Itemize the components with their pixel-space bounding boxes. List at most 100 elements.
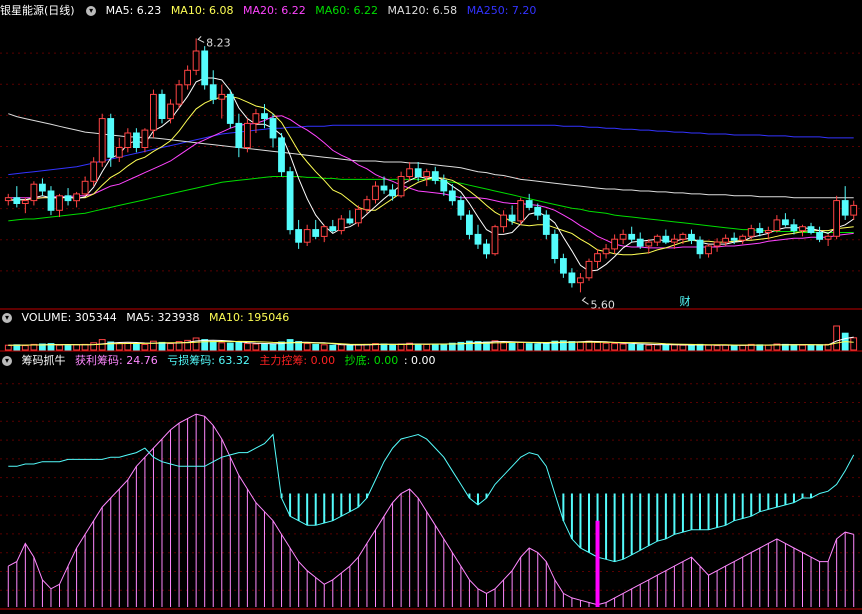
candle-down [201,50,209,86]
volume-bar-up [679,344,687,351]
candle-down [346,218,354,224]
volume-bar-up [705,344,712,351]
volume-bar-down [534,343,542,351]
candle-down [782,219,789,226]
candle-down [525,200,533,208]
candle-up [124,132,132,148]
candle-up [713,241,721,247]
volume-bar-up [167,343,174,351]
volume-bar-down [286,339,294,351]
candle-up [30,183,38,202]
volume-bar-down [730,345,738,351]
candle-up [722,237,730,243]
candle-down [226,93,234,124]
candle-up [218,93,226,100]
candle-up [406,168,414,178]
candle-down [466,214,473,235]
volume-bar-up [124,342,132,351]
low-price-arrow [581,296,589,305]
candle-up [739,235,747,241]
volume-bar-down [542,342,550,351]
candle-up [397,176,405,197]
candle-down [235,122,243,149]
candle-up [611,238,619,250]
volume-bar-up [611,343,619,351]
candle-up [192,50,200,71]
candle-down [688,233,695,241]
volume-bar-down [201,339,209,351]
volume-bar-down [133,343,140,351]
volume-bar-down [346,344,354,351]
candle-up [705,245,712,255]
finance-marker[interactable]: 财 [680,294,691,308]
candle-down [39,183,46,192]
volume-bar-down [380,343,388,351]
volume-bar-up [671,344,678,351]
volume-bar-down [816,344,824,351]
candle-down [133,132,140,148]
candle-up [355,208,362,224]
candle-up [594,253,601,262]
candle-down [13,197,21,204]
volume-bar-up [218,342,226,351]
candle-down [696,239,704,255]
stock-chart-window: 银星能源(日线) ▾ MA5: 6.23 MA10: 6.08 MA20: 6.… [0,0,862,614]
volume-bar-down [628,343,636,351]
chip-indicator [7,413,855,607]
profit-chip-line [8,413,854,606]
volume-bar-down [525,343,533,351]
volume-bar-up [722,344,730,351]
candle-down [551,233,559,259]
candle-down [440,179,448,192]
volume-bar-up [653,344,661,351]
volume-bar-down [64,345,72,351]
candle-up [645,241,653,247]
candle-down [278,137,285,173]
candle-up [141,129,149,149]
volume-bar-up [594,341,601,351]
candle-down [47,190,55,211]
candle-down [816,232,824,240]
candle-down [560,258,567,274]
candle-up [372,185,379,201]
candle-up [799,226,806,232]
volume-bar-down [508,342,516,351]
candle-up [244,122,251,149]
high-price-arrow [197,36,205,43]
candle-down [158,93,166,120]
volume-bar-up [115,343,123,351]
candle-up [517,200,525,222]
candle-down [841,200,849,216]
volume-bar-down [312,343,320,351]
candle-down [790,224,798,232]
volume-bar-up [90,342,98,351]
ma10-line [8,95,854,256]
volume-bar-down [807,344,815,351]
candle-up [491,226,499,255]
candle-down [107,118,115,158]
volume-bar-up [337,344,345,351]
candle-up [585,260,593,279]
volume-bar-up [619,343,627,351]
candle-up [602,248,610,255]
candle-down [457,200,465,216]
volume-bar-up [645,344,653,351]
volume-bar-down [235,341,243,351]
volume-bar-up [764,344,772,351]
candle-up [98,118,106,163]
volume-bar-down [414,343,422,351]
candle-down [64,195,72,202]
candle-up [764,230,772,234]
candle-up [747,228,755,237]
candle-up [363,199,371,210]
volume-bar-up [73,344,80,351]
candle-down [286,171,294,231]
volume-bar-up [739,344,747,351]
volume-bar-up [98,339,106,351]
volume-bar-up [252,343,260,351]
volume-bar-up [244,343,251,351]
volume-bar-up [192,337,200,351]
candle-down [628,233,636,240]
candle-down [209,84,217,100]
candle-up [773,219,781,231]
